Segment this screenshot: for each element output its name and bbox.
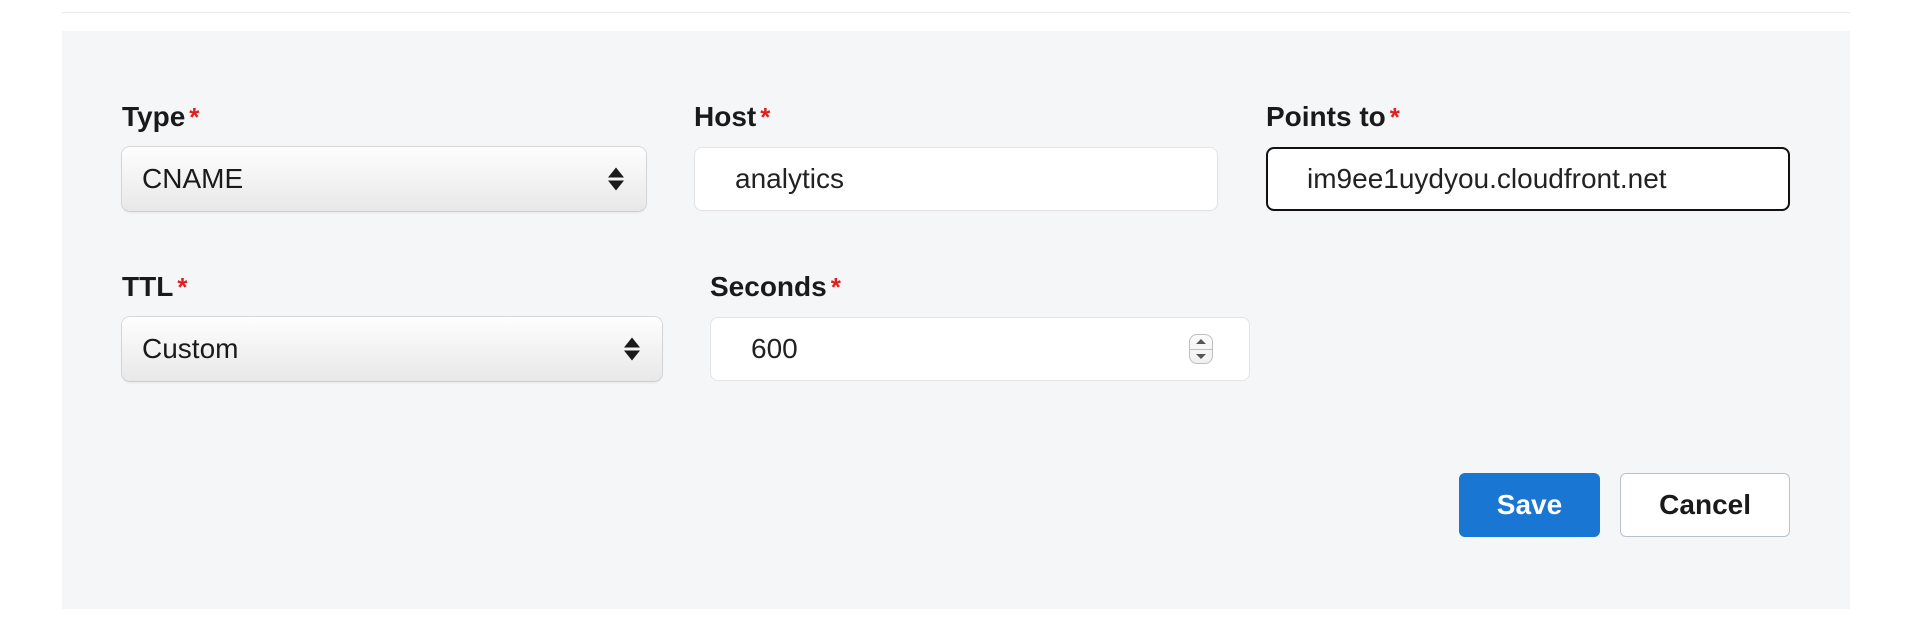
form-row-2: TTL * Custom Seconds * 600	[122, 271, 1790, 381]
label-row-type: Type *	[122, 101, 646, 133]
points-to-label: Points to	[1266, 101, 1386, 133]
field-group-seconds: Seconds * 600	[710, 271, 1250, 381]
ttl-label: TTL	[122, 271, 173, 303]
type-select-value: CNAME	[122, 147, 646, 211]
required-asterisk: *	[760, 102, 770, 133]
chevron-up-icon	[1196, 339, 1206, 344]
required-asterisk: *	[189, 102, 199, 133]
host-input[interactable]	[694, 147, 1218, 211]
chevron-down-icon	[1196, 354, 1206, 359]
stepper-buttons[interactable]	[1189, 334, 1213, 364]
required-asterisk: *	[177, 272, 187, 303]
type-select[interactable]: CNAME	[122, 147, 646, 211]
stepper-increment[interactable]	[1190, 335, 1212, 350]
field-group-ttl: TTL * Custom	[122, 271, 662, 381]
stepper-decrement[interactable]	[1190, 350, 1212, 364]
seconds-stepper[interactable]: 600	[710, 317, 1250, 381]
ttl-select[interactable]: Custom	[122, 317, 662, 381]
select-sort-icon	[624, 338, 640, 361]
cancel-button[interactable]: Cancel	[1620, 473, 1790, 537]
points-to-input[interactable]	[1266, 147, 1790, 211]
field-group-host: Host *	[694, 101, 1218, 211]
type-label: Type	[122, 101, 185, 133]
label-row-host: Host *	[694, 101, 1218, 133]
seconds-label: Seconds	[710, 271, 827, 303]
ttl-select-value: Custom	[122, 317, 662, 381]
seconds-stepper-value: 600	[711, 318, 1249, 380]
form-button-row: Save Cancel	[1459, 473, 1790, 537]
host-label: Host	[694, 101, 756, 133]
label-row-seconds: Seconds *	[710, 271, 1250, 303]
required-asterisk: *	[1390, 102, 1400, 133]
select-sort-icon	[608, 168, 624, 191]
required-asterisk: *	[831, 272, 841, 303]
dns-record-form-panel: Type * CNAME Host * Points to *	[62, 31, 1850, 609]
label-row-ttl: TTL *	[122, 271, 662, 303]
field-group-points-to: Points to *	[1266, 101, 1790, 211]
save-button[interactable]: Save	[1459, 473, 1600, 537]
label-row-points-to: Points to *	[1266, 101, 1790, 133]
form-row-1: Type * CNAME Host * Points to *	[122, 101, 1790, 211]
field-group-type: Type * CNAME	[122, 101, 646, 211]
top-divider	[62, 12, 1850, 13]
